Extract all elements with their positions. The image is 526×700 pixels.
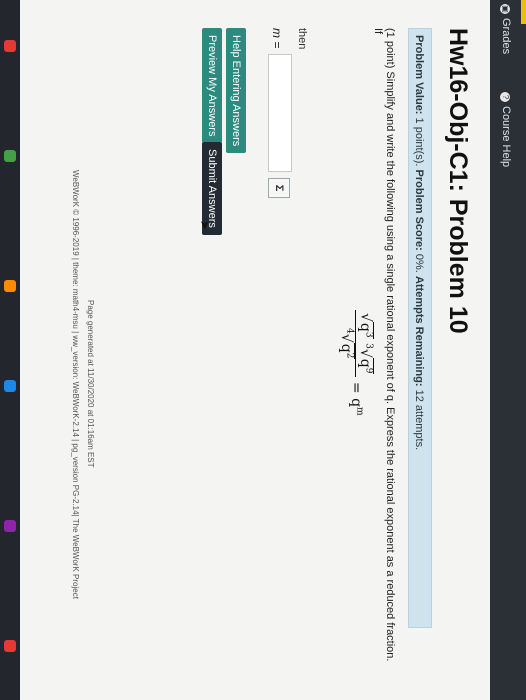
problem-value-label: Problem Value: bbox=[413, 35, 425, 115]
answer-input[interactable] bbox=[268, 54, 292, 172]
problem-score-label: Problem Score: bbox=[413, 169, 425, 251]
app-top-bar: ▣Grades ?Course Help bbox=[490, 0, 526, 700]
fraction-denominator: 4√q2 bbox=[337, 328, 355, 360]
grades-accent bbox=[521, 0, 526, 24]
rotated-screen-photo: ▣Grades ?Course Help Hw16-Obj-C1: Proble… bbox=[0, 0, 526, 700]
attempts-remaining: 12 attempts. bbox=[413, 389, 425, 451]
fraction-numerator: √q3 3√q9 bbox=[355, 310, 375, 378]
formula-rhs: = q bbox=[347, 381, 364, 408]
attempts-label: Attempts Remaining: bbox=[413, 275, 425, 387]
dock-app-icon[interactable] bbox=[4, 150, 16, 162]
footer-generated: Page generated at 11/30/2020 at 01:16am … bbox=[86, 300, 95, 468]
m-label: m = bbox=[270, 28, 284, 49]
dock-app-icon[interactable] bbox=[4, 40, 16, 52]
formula-rhs-exponent: m bbox=[354, 407, 365, 416]
equation-editor-icon[interactable]: Σ bbox=[268, 178, 290, 198]
dock-app-icon[interactable] bbox=[4, 640, 16, 652]
dock bbox=[0, 0, 20, 700]
dock-app-icon[interactable] bbox=[4, 520, 16, 532]
problem-score: 0%. bbox=[413, 253, 425, 273]
grades-link[interactable]: ▣Grades bbox=[500, 0, 512, 62]
footer-version: WeBWorK © 1996-2019 | theme: math4-msu |… bbox=[71, 170, 80, 599]
problem-statement: (1 point) Simplify and write the followi… bbox=[372, 28, 396, 662]
preview-answers-button[interactable]: Preview My Answers bbox=[202, 28, 222, 144]
help-icon: ? bbox=[500, 92, 510, 102]
course-help-link[interactable]: ?Course Help bbox=[500, 92, 512, 167]
mouse-cursor-icon: ➤ bbox=[198, 220, 212, 231]
then-label: then bbox=[296, 28, 308, 50]
radical-fraction: √q3 3√q9 4√q2 bbox=[337, 310, 375, 378]
problem-info-bar: Problem Value: 1 point(s). Problem Score… bbox=[408, 28, 432, 628]
dock-app-icon[interactable] bbox=[4, 280, 16, 292]
help-entering-answers-button[interactable]: Help Entering Answers bbox=[226, 28, 246, 154]
math-expression: √q3 3√q9 4√q2 = qm bbox=[337, 310, 375, 416]
main-content: Hw16-Obj-C1: Problem 10 Problem Value: 1… bbox=[20, 0, 490, 700]
problem-value: 1 point(s). bbox=[413, 117, 425, 167]
grades-icon: ▣ bbox=[500, 4, 510, 14]
page-title: Hw16-Obj-C1: Problem 10 bbox=[444, 28, 472, 334]
dock-app-icon[interactable] bbox=[4, 380, 16, 392]
